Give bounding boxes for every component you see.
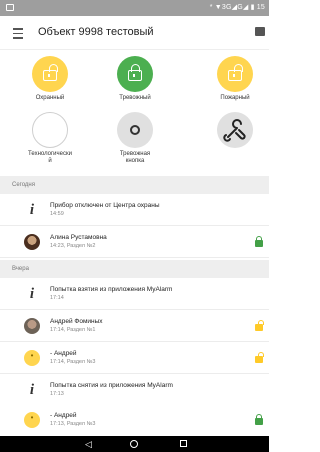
partition-tiles: Охранный Тревожный Пожарный Технологичес… — [0, 50, 269, 170]
event-time: 17:14, Раздел №3 — [50, 359, 96, 365]
event-row[interactable]: i Прибор отключен от Центра охраны 14:59 — [0, 194, 269, 226]
event-time: 14:59 — [50, 211, 64, 217]
avatar — [24, 412, 40, 428]
tile-technological[interactable]: Технологически й — [10, 112, 90, 165]
notification-icon — [6, 4, 14, 11]
event-time: 17:13, Раздел №3 — [50, 421, 96, 427]
app-bar: Объект 9998 тестовый — [0, 16, 269, 50]
lock-closed-icon — [255, 236, 263, 247]
tile-label: Охранный — [35, 95, 65, 101]
tile-label: Пожарный — [220, 95, 250, 101]
lock-open-icon — [217, 56, 253, 92]
event-time: 17:14 — [50, 295, 64, 301]
event-title: Алина Рустамовна — [50, 234, 107, 241]
info-icon: i — [29, 286, 35, 302]
event-row[interactable]: i Попытка взятия из приложения MyAlarm 1… — [0, 278, 269, 310]
avatar — [24, 350, 40, 366]
page-title: Объект 9998 тестовый — [38, 26, 154, 38]
tile-panic-button[interactable]: Тревожная кнопка — [95, 112, 175, 165]
tile-settings[interactable] — [195, 112, 275, 148]
empty-circle-icon — [32, 112, 68, 148]
avatar — [24, 318, 40, 334]
lock-open-icon — [255, 320, 264, 331]
tile-fire[interactable]: Пожарный — [195, 56, 275, 102]
recent-apps-icon[interactable] — [180, 440, 187, 447]
home-icon[interactable] — [130, 440, 138, 448]
section-header-yesterday: Вчера — [0, 260, 269, 278]
avatar — [24, 234, 40, 250]
event-row[interactable]: Алина Рустамовна 14:23, Раздел №2 — [0, 226, 269, 258]
chat-icon[interactable] — [255, 27, 265, 36]
tile-security[interactable]: Охранный — [10, 56, 90, 102]
event-row[interactable]: i Попытка снятия из приложения MyAlarm 1… — [0, 374, 269, 406]
event-row[interactable]: - Андрей 17:13, Раздел №3 — [0, 404, 269, 436]
info-icon: i — [29, 202, 35, 218]
tile-label: Тревожная кнопка — [119, 151, 151, 164]
back-icon[interactable]: ◁ — [85, 439, 92, 449]
info-icon: i — [29, 382, 35, 398]
event-row[interactable]: - Андрей 17:14, Раздел №3 — [0, 342, 269, 374]
event-title: Попытка снятия из приложения MyAlarm — [50, 382, 173, 389]
status-indicators: * ▼3G◢G◢ ▮ 15 — [209, 4, 265, 11]
tile-alarm[interactable]: Тревожный — [95, 56, 175, 102]
lock-open-icon — [255, 352, 264, 363]
event-title: Прибор отключен от Центра охраны — [50, 202, 160, 209]
event-row[interactable]: Андрей Фоминых 17:14, Раздел №1 — [0, 310, 269, 342]
lock-open-icon — [32, 56, 68, 92]
status-bar: * ▼3G◢G◢ ▮ 15 — [0, 0, 269, 16]
lock-closed-icon — [255, 414, 263, 425]
section-header-today: Сегодня — [0, 176, 269, 194]
event-time: 17:14, Раздел №1 — [50, 327, 96, 333]
system-nav-bar: ◁ — [0, 436, 269, 452]
event-title: - Андрей — [50, 412, 77, 419]
wrench-icon — [217, 112, 253, 148]
event-title: Андрей Фоминых — [50, 318, 103, 325]
event-title: Попытка взятия из приложения MyAlarm — [50, 286, 173, 293]
event-title: - Андрей — [50, 350, 77, 357]
ring-icon — [117, 112, 153, 148]
tile-label: Тревожный — [119, 95, 151, 101]
lock-closed-icon — [117, 56, 153, 92]
event-time: 14:23, Раздел №2 — [50, 243, 96, 249]
event-time: 17:13 — [50, 391, 64, 397]
tile-label: Технологически й — [28, 151, 72, 164]
menu-icon[interactable] — [10, 25, 26, 41]
